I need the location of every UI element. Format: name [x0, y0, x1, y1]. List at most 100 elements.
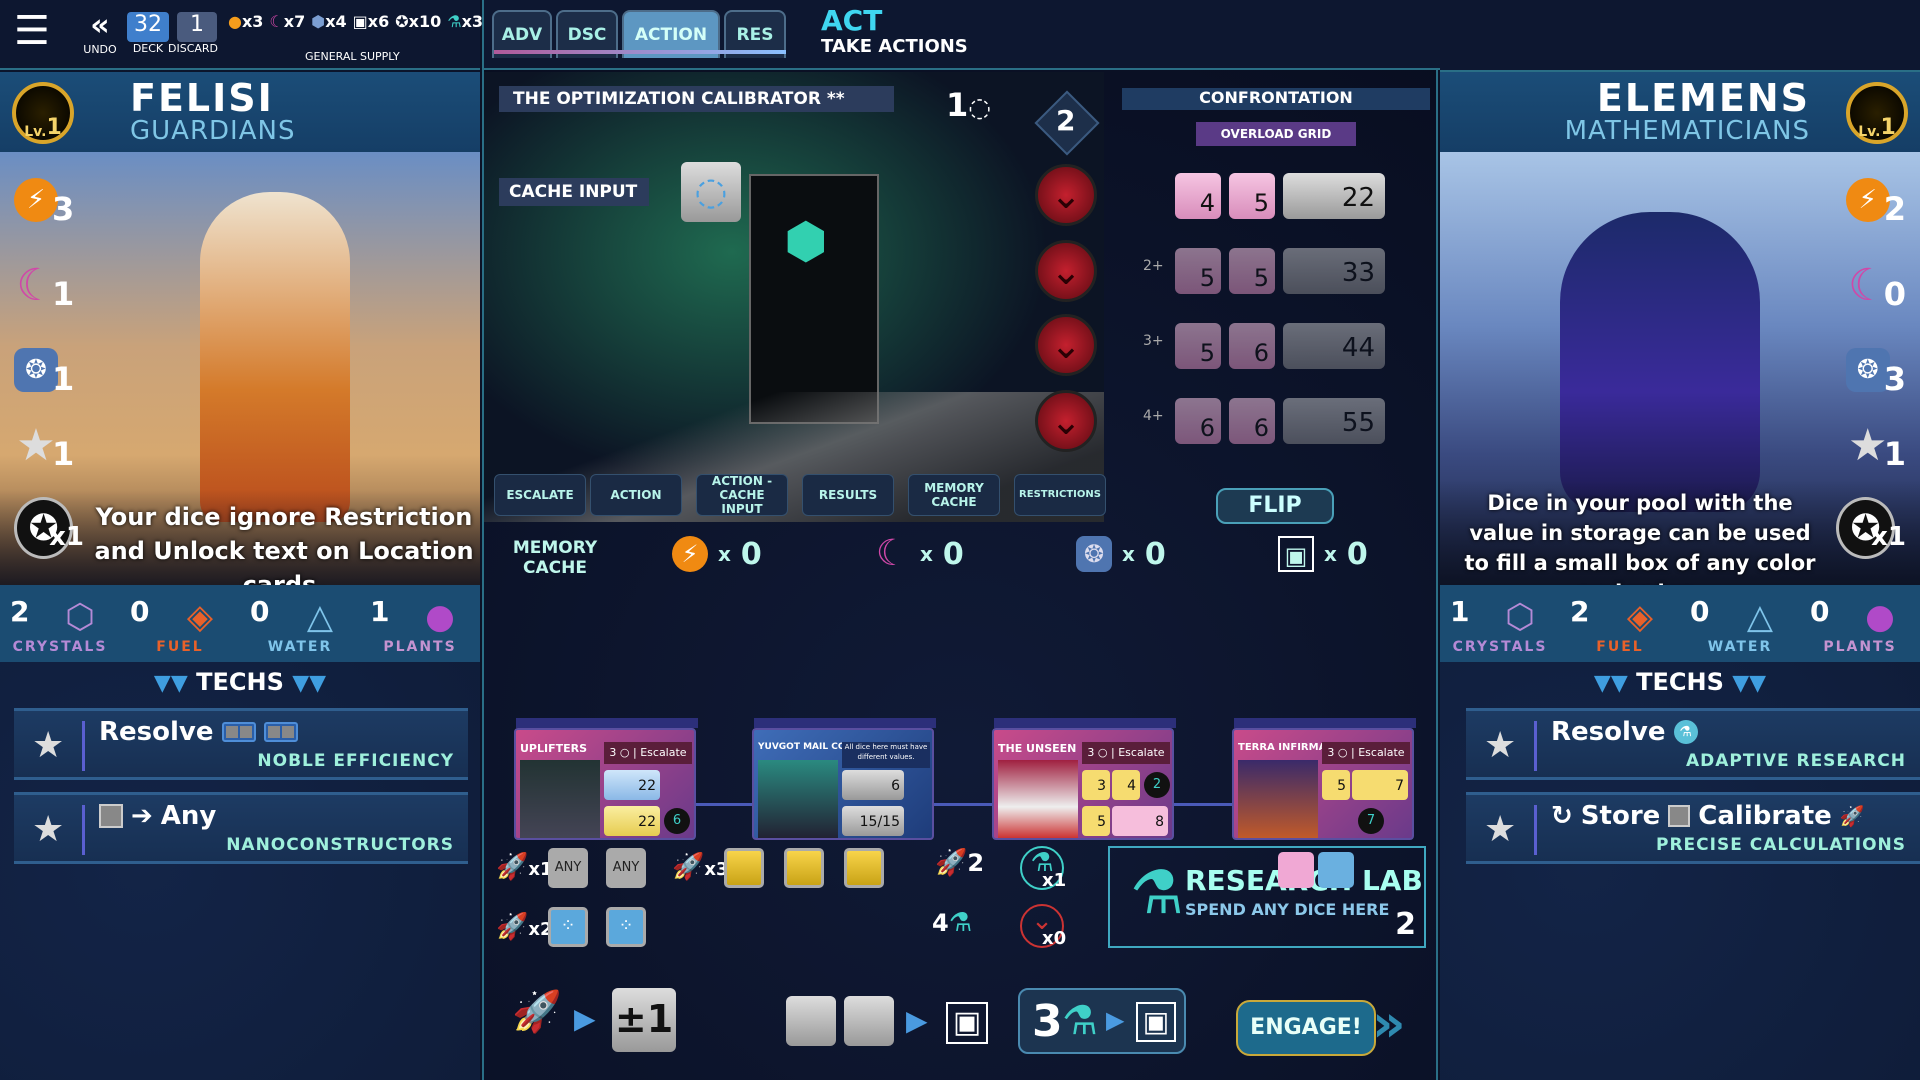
supply-energy: ●x3 — [228, 12, 264, 31]
location-card-uplifters[interactable]: UPLIFTERS 3 ○ | Escalate 22 22 6 — [514, 718, 698, 840]
pink-die[interactable] — [1278, 852, 1314, 888]
any-die-slot[interactable]: ANY — [606, 848, 646, 888]
cache-input-slot[interactable]: ◌ — [681, 162, 741, 222]
cube-icon: ⬢ — [784, 212, 828, 270]
die-slot[interactable]: 22 — [604, 770, 660, 800]
techs-heading: ▼▼ TECHS ▼▼ — [1593, 668, 1767, 696]
engage-button[interactable]: ENGAGE! — [1236, 1000, 1376, 1056]
tech-effect: ➔ Any — [99, 801, 216, 831]
blue-die-slot[interactable]: ⁘ — [606, 907, 646, 947]
level-badge: Lv. 1 — [1846, 82, 1908, 144]
tab-action-cache-input[interactable]: ACTION - CACHE INPUT — [696, 474, 788, 516]
supply-star: ✪x10 — [395, 12, 442, 31]
research-reward: 7 — [1358, 808, 1384, 834]
stat-star-token[interactable]: ✪ x1 — [14, 497, 84, 559]
top-toolbar: ☰ «UNDO 32 DECK 1 DISCARD ●x3 ☾x7 ⬢x4 ▣x6 … — [0, 0, 483, 70]
supply-moon: ☾x7 — [269, 12, 306, 31]
tech-effect: Resolve ⚗ — [1551, 717, 1698, 747]
divider — [1534, 721, 1537, 771]
rocket-icon: 🚀 — [496, 852, 529, 882]
water-icon: △ — [1746, 596, 1774, 637]
location-card-the-unseen[interactable]: THE UNSEEN 3 ○ | Escalate 3 4 2 5 8 — [992, 718, 1176, 840]
stat-shield: ❂ 3 — [1836, 340, 1906, 400]
yellow-die-slot[interactable] — [724, 848, 764, 888]
general-supply[interactable]: ●x3 ☾x7 ⬢x4 ▣x6 ✪x10 ⚗x3 — [228, 12, 483, 31]
arrow-right-icon: ▶ — [574, 1002, 596, 1035]
cycle-icon: ◌ — [968, 93, 991, 123]
rocket-requirement: 🚀x1 — [496, 852, 553, 882]
grey-die-slot[interactable] — [786, 996, 836, 1046]
tab-escalate[interactable]: ESCALATE — [494, 474, 586, 516]
resource-plants: 0 ● PLANTS — [1810, 593, 1910, 655]
die-slot-icon — [1668, 805, 1691, 827]
tech-card[interactable]: ★ Resolve NOBLE EFFICIENCY — [14, 708, 468, 780]
location-card-terra-infirma[interactable]: TERRA INFIRMA 3 ○ | Escalate 5 7 7 — [1232, 718, 1416, 840]
yellow-die-slot[interactable] — [784, 848, 824, 888]
star-token-icon: ✪ — [395, 12, 409, 31]
die-slot[interactable]: 15/15 — [842, 806, 904, 836]
memory-cache-energy: ⚡ x 0 — [672, 536, 762, 572]
rocket-requirement: 🚀x2 — [496, 912, 553, 942]
rocket-icon: 🚀 — [935, 848, 968, 878]
tab-results[interactable]: RESULTS — [802, 474, 894, 516]
left-player-panel: ☰ «UNDO 32 DECK 1 DISCARD ●x3 ☾x7 ⬢x4 ▣x6 … — [0, 0, 483, 1080]
die-slot[interactable]: 5 — [1322, 770, 1350, 800]
stat-star: ★ 1 — [1836, 415, 1906, 475]
research-lab[interactable]: ⚗ RESEARCH LAB SPEND ANY DICE HERE 2 — [1108, 846, 1426, 948]
die-slot[interactable]: 4 — [1112, 770, 1140, 800]
stat-star: ★ 1 — [14, 415, 84, 475]
location-card-yuvgot[interactable]: YUVGOT MAIL CO. All dice here must have d… — [752, 718, 936, 840]
tech-card[interactable]: ★ Resolve ⚗ ADAPTIVE RESEARCH — [1466, 708, 1920, 780]
undo-button[interactable]: «UNDO — [80, 8, 120, 56]
fuel-icon: ◈ — [186, 596, 214, 637]
flask-count: 4⚗ — [932, 908, 973, 938]
stat-star-token[interactable]: ✪ x1 — [1836, 497, 1906, 559]
star-icon: ★ — [1484, 725, 1517, 766]
plants-icon: ● — [1865, 596, 1895, 637]
resource-fuel: 0 ◈ FUEL — [130, 593, 230, 655]
general-supply-label: GENERAL SUPPLY — [305, 50, 400, 63]
flip-button[interactable]: FLIP — [1216, 488, 1334, 524]
blue-die-slot[interactable]: ⁘ — [548, 907, 588, 947]
flask-to-memory-button[interactable]: 3 ⚗ ▶ ▣ — [1018, 988, 1186, 1054]
yellow-die-slot[interactable] — [844, 848, 884, 888]
tab-memory-cache[interactable]: MEMORY CACHE — [908, 474, 1000, 516]
tech-card[interactable]: ★ ➔ Any NANOCONSTRUCTORS — [14, 792, 468, 864]
die-slot[interactable]: 6 — [842, 770, 904, 800]
card-track — [994, 718, 1176, 728]
discard-button[interactable]: 1 DISCARD — [168, 12, 218, 55]
elemens-character — [1560, 212, 1760, 512]
right-top-spacer — [1440, 0, 1920, 72]
die-slot-icon — [99, 804, 123, 828]
rocket-reward: 2 — [1144, 772, 1170, 798]
menu-icon[interactable]: ☰ — [14, 11, 64, 52]
grey-die-slot[interactable] — [844, 996, 894, 1046]
die-slot[interactable]: 5 — [1082, 806, 1110, 836]
research-lab-value: 2 — [1395, 907, 1416, 942]
research-icon: ⚗ — [447, 12, 462, 31]
location-art: ⬢ — [484, 72, 1104, 522]
divider — [82, 721, 85, 771]
deck-button[interactable]: 32 DECK — [127, 12, 169, 55]
tab-restrictions[interactable]: RESTRICTIONS — [1014, 474, 1106, 516]
level-badge: Lv. 1 — [12, 82, 74, 144]
stat-moon: ☾ 1 — [14, 255, 84, 315]
blue-die[interactable] — [1318, 852, 1354, 888]
die-slot[interactable]: 7 — [1352, 770, 1408, 800]
rocket-icon: 🚀 — [496, 912, 529, 942]
tech-card[interactable]: ★ ↻ Store Calibrate 🚀 PRECISE CALCULATIONS — [1466, 792, 1920, 864]
player-header: Lv. 1 FELISI GUARDIANS — [0, 72, 480, 152]
card-art — [758, 760, 838, 838]
any-die-slot[interactable]: ANY — [548, 848, 588, 888]
card-art — [520, 760, 600, 838]
die-slot[interactable]: 22 — [604, 806, 660, 836]
supply-shield: ⬢x4 — [311, 12, 347, 31]
plants-icon: ● — [425, 596, 455, 637]
threat-chevron-icon: ⌄ — [1035, 164, 1097, 226]
plus-minus-die-button[interactable]: ±1 — [612, 988, 676, 1052]
research-token: ⚗ x1 — [1020, 846, 1066, 891]
die-slot[interactable]: 3 — [1082, 770, 1110, 800]
resource-water: 0 △ WATER — [1690, 593, 1790, 655]
die-slot[interactable]: 8 — [1112, 806, 1168, 836]
tab-location-action[interactable]: ACTION — [590, 474, 682, 516]
